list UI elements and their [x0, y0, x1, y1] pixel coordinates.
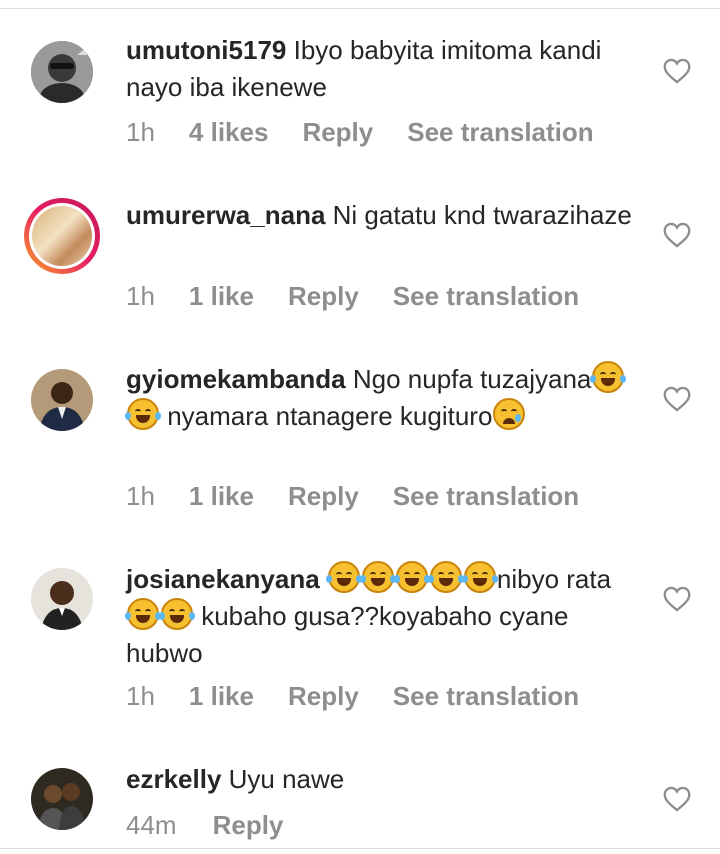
comment-text: Uyu nawe	[228, 764, 345, 794]
comment-text: nyamara ntanagere kugituro	[160, 401, 493, 431]
avatar[interactable]	[31, 369, 93, 431]
avatar[interactable]	[24, 198, 100, 274]
top-divider	[0, 8, 720, 9]
heart-icon[interactable]	[663, 58, 691, 84]
laughing-emoji-icon	[125, 398, 161, 430]
laughing-emoji-icon	[325, 561, 362, 593]
laughing-emoji-icon	[359, 561, 396, 593]
likes-count[interactable]: 1 like	[189, 681, 254, 712]
likes-count[interactable]: 1 like	[189, 481, 254, 512]
laughing-emoji-icon	[461, 561, 498, 593]
heart-icon[interactable]	[663, 586, 691, 612]
comment-time: 44m	[126, 810, 177, 840]
heart-icon[interactable]	[663, 222, 691, 248]
avatar[interactable]	[31, 41, 93, 103]
comment-time: 1h	[126, 281, 155, 311]
reply-button[interactable]: Reply	[288, 281, 359, 312]
comment-username[interactable]: ezrkelly	[126, 764, 221, 794]
reply-button[interactable]: Reply	[302, 117, 373, 148]
laughing-emoji-icon	[590, 361, 627, 393]
comment-text: nibyo rata	[496, 564, 612, 594]
see-translation-link[interactable]: See translation	[407, 117, 593, 148]
see-translation-link[interactable]: See translation	[393, 481, 579, 512]
avatar[interactable]	[31, 768, 93, 830]
comment-username[interactable]: umutoni5179	[126, 35, 286, 65]
comment-text: Ngo nupfa tuzajyana	[352, 364, 592, 394]
see-translation-link[interactable]: See translation	[393, 681, 579, 712]
bottom-divider	[0, 848, 720, 849]
heart-icon[interactable]	[663, 386, 691, 412]
comment-time: 1h	[126, 117, 155, 147]
comment-time: 1h	[126, 481, 155, 511]
see-translation-link[interactable]: See translation	[393, 281, 579, 312]
avatar[interactable]	[31, 568, 93, 630]
comment-username[interactable]: umurerwa_nana	[126, 200, 325, 230]
laughing-emoji-icon	[427, 561, 464, 593]
comment-username[interactable]: josianekanyana	[126, 564, 320, 594]
likes-count[interactable]: 4 likes	[189, 117, 269, 148]
laughing-emoji-icon	[159, 598, 195, 630]
heart-icon[interactable]	[663, 786, 691, 812]
reply-button[interactable]: Reply	[288, 681, 359, 712]
comment-username[interactable]: gyiomekambanda	[126, 364, 346, 394]
sad-emoji-icon	[493, 398, 526, 430]
reply-button[interactable]: Reply	[213, 810, 284, 841]
laughing-emoji-icon	[125, 598, 161, 630]
likes-count[interactable]: 1 like	[189, 281, 254, 312]
reply-button[interactable]: Reply	[288, 481, 359, 512]
laughing-emoji-icon	[393, 561, 430, 593]
comment-time: 1h	[126, 681, 155, 711]
comment-text: Ni gatatu knd twarazihaze	[332, 200, 632, 230]
